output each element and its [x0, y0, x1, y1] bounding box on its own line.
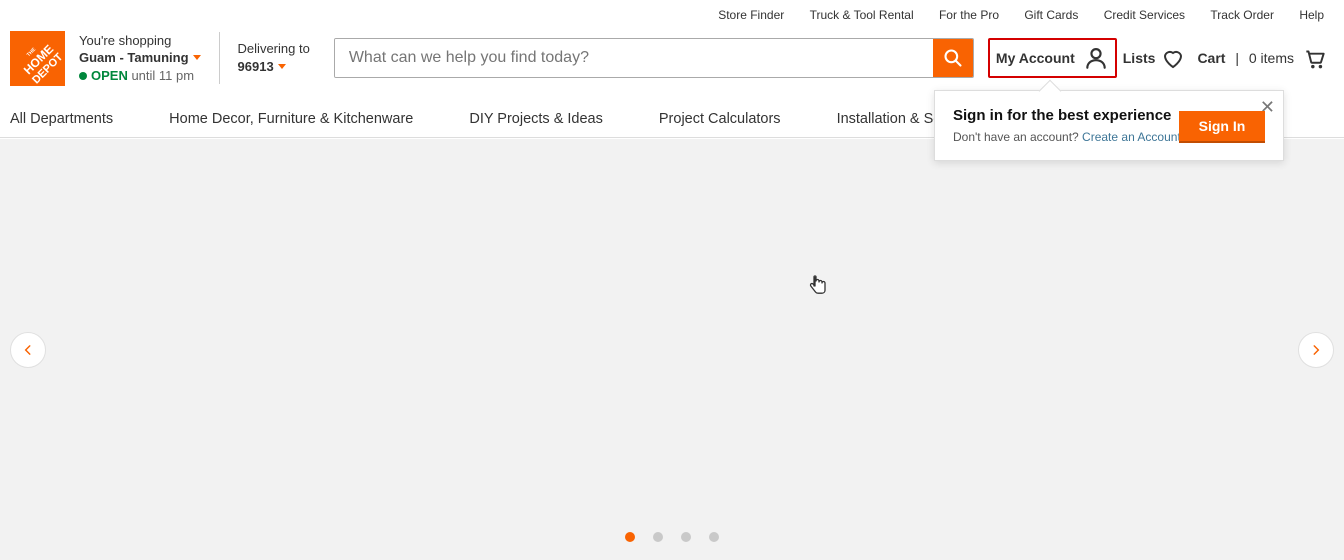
my-account-button[interactable]: My Account — [988, 38, 1117, 78]
nav-all-departments[interactable]: All Departments — [10, 111, 113, 127]
store-open-until: until 11 pm — [128, 68, 194, 83]
store-info: You're shopping Guam - Tamuning OPEN unt… — [79, 32, 220, 85]
lists-label: Lists — [1123, 50, 1156, 66]
delivery-info: Delivering to 96913 — [238, 40, 310, 75]
search-icon — [943, 48, 963, 68]
deliver-zip-dropdown[interactable]: 96913 — [238, 58, 286, 76]
store-open-label: OPEN — [91, 68, 128, 83]
chevron-down-icon — [193, 55, 201, 60]
store-hours: OPEN until 11 pm — [79, 67, 201, 85]
account-block: My Account Lists Cart | 0 items — [988, 38, 1334, 78]
store-label: You're shopping — [79, 32, 201, 50]
signin-button[interactable]: Sign In — [1179, 111, 1265, 143]
link-truck-rental[interactable]: Truck & Tool Rental — [810, 8, 914, 22]
cart-count: 0 items — [1249, 50, 1294, 66]
carousel-next[interactable] — [1298, 332, 1334, 368]
chevron-down-icon — [278, 64, 286, 69]
chevron-left-icon — [21, 343, 35, 357]
carousel-dot-2[interactable] — [653, 532, 663, 542]
link-credit-services[interactable]: Credit Services — [1104, 8, 1185, 22]
signin-sub-prefix: Don't have an account? — [953, 130, 1082, 144]
cart-label: Cart — [1197, 50, 1225, 66]
carousel-dot-1[interactable] — [625, 532, 635, 542]
cart-icon — [1302, 45, 1328, 71]
store-name-text: Guam - Tamuning — [79, 49, 189, 67]
link-help[interactable]: Help — [1299, 8, 1324, 22]
carousel-dot-4[interactable] — [709, 532, 719, 542]
create-account-link[interactable]: Create an Account — [1082, 130, 1181, 144]
cart-divider: | — [1231, 50, 1242, 66]
search-input[interactable] — [335, 39, 933, 77]
open-status-dot-icon — [79, 72, 87, 80]
link-gift-cards[interactable]: Gift Cards — [1024, 8, 1078, 22]
search-button[interactable] — [933, 39, 973, 77]
search-bar — [334, 38, 974, 78]
lists-button[interactable]: Lists — [1117, 38, 1192, 78]
signin-popover: ✕ Sign in for the best experience Don't … — [934, 90, 1284, 161]
deliver-zip-text: 96913 — [238, 58, 274, 76]
cart-button[interactable]: Cart | 0 items — [1191, 38, 1334, 78]
link-track-order[interactable]: Track Order — [1210, 8, 1274, 22]
heart-icon — [1161, 46, 1185, 70]
carousel-dot-3[interactable] — [681, 532, 691, 542]
nav-diy[interactable]: DIY Projects & Ideas — [469, 111, 603, 127]
nav-home-decor[interactable]: Home Decor, Furniture & Kitchenware — [169, 111, 413, 127]
chevron-right-icon — [1309, 343, 1323, 357]
utility-nav: Store Finder Truck & Tool Rental For the… — [696, 8, 1324, 22]
nav-calculators[interactable]: Project Calculators — [659, 111, 781, 127]
link-store-finder[interactable]: Store Finder — [718, 8, 784, 22]
deliver-label: Delivering to — [238, 40, 310, 58]
header: THE HOME DEPOT You're shopping Guam - Ta… — [10, 28, 1334, 88]
logo[interactable]: THE HOME DEPOT — [10, 31, 65, 86]
carousel-prev[interactable] — [10, 332, 46, 368]
user-icon — [1083, 45, 1109, 71]
store-name-dropdown[interactable]: Guam - Tamuning — [79, 49, 201, 67]
link-for-the-pro[interactable]: For the Pro — [939, 8, 999, 22]
carousel-dots — [625, 532, 719, 542]
my-account-label: My Account — [996, 50, 1075, 66]
hero-carousel — [0, 139, 1344, 560]
